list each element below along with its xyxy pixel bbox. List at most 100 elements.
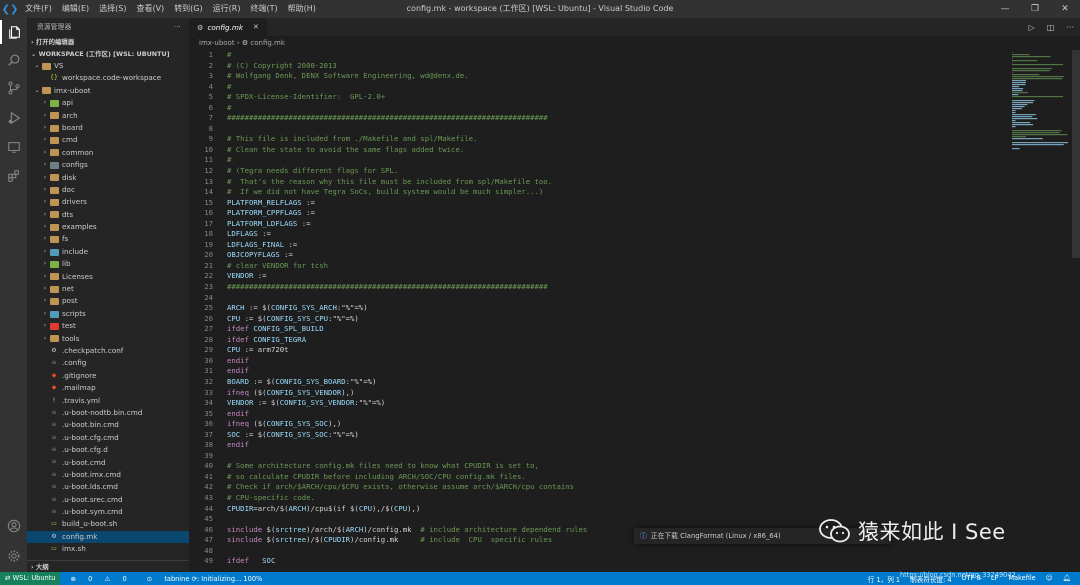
notifications-bell-icon[interactable]: 🔔︎ [1063, 574, 1071, 584]
menu-help[interactable]: 帮助(H) [283, 0, 321, 18]
tree-file[interactable]: ≡ .u-boot.cfg.d [27, 444, 189, 456]
tab-config-mk[interactable]: ⚙ config.mk ✕ [189, 18, 267, 36]
more-icon[interactable]: ··· [1066, 23, 1074, 32]
tree-folder[interactable]: › Licenses [27, 271, 189, 283]
tree-folder[interactable]: › board [27, 122, 189, 134]
tree-file[interactable]: ! .travis.yml [27, 395, 189, 407]
editor-scrollbar[interactable] [1072, 50, 1080, 258]
tree-folder[interactable]: › examples [27, 221, 189, 233]
line-number: 10 [204, 144, 213, 154]
folder-shape [49, 298, 59, 306]
tree-file[interactable]: ◆ .mailmap [27, 382, 189, 394]
outline-section[interactable]: › 大纲 [27, 560, 189, 572]
tree-folder[interactable]: › post [27, 295, 189, 307]
close-icon[interactable]: ✕ [1050, 0, 1080, 18]
code-token: := arm720t [240, 345, 289, 355]
code-token: SOC [227, 429, 241, 439]
tree-folder[interactable]: ⌄ VS [27, 60, 189, 72]
tree-folder[interactable]: › lib [27, 258, 189, 270]
tree-folder[interactable]: › cmd [27, 134, 189, 146]
search-icon[interactable] [0, 48, 27, 72]
tree-file[interactable]: ≡ .u-boot.cmd [27, 457, 189, 469]
folder-shape [49, 211, 59, 219]
tree-file[interactable]: ≡ .u-boot.sym.cmd [27, 506, 189, 518]
problems-indicator[interactable]: ⊗ 0 ⚠ 0 [65, 575, 131, 583]
tree-file[interactable]: ▭ build_u-boot.sh [27, 518, 189, 530]
tab-close-icon[interactable]: ✕ [253, 23, 259, 31]
tree-folder[interactable]: › disk [27, 172, 189, 184]
code-token: CPU [227, 345, 241, 355]
tree-folder[interactable]: › configs [27, 159, 189, 171]
tree-folder[interactable]: ⌄ imx-uboot [27, 85, 189, 97]
tree-folder[interactable]: › arch [27, 110, 189, 122]
code-token: ($( [248, 419, 267, 429]
open-editors-section[interactable]: › 打开的编辑器 [27, 36, 189, 48]
cursor-position[interactable]: 行 1，列 1 [868, 574, 900, 584]
tabnine-status[interactable]: ⊙ tabnine ⟳: Initializing... 100% [142, 575, 268, 583]
line-number: 25 [204, 303, 213, 313]
minimap-line [1012, 96, 1064, 98]
code-editor[interactable]: 1 #2 # (C) Copyright 2000-2013 3 # Wolfgang … [189, 50, 1009, 572]
run-icon[interactable]: ▷ [1029, 23, 1035, 32]
line-content: SOC := $(CONFIG_SYS_SOC:"%"=%) [213, 430, 359, 441]
menu-view[interactable]: 查看(V) [131, 0, 169, 18]
restore-icon[interactable]: ❐ [1020, 0, 1050, 18]
source-control-icon[interactable] [0, 76, 27, 100]
tree-file[interactable]: ≡ .u-boot.bin.cmd [27, 419, 189, 431]
menu-go[interactable]: 转到(G) [169, 0, 207, 18]
code-token: :"%"=%) [336, 303, 368, 313]
minimap[interactable] [1010, 50, 1072, 150]
split-editor-icon[interactable]: ◫ [1047, 23, 1055, 32]
tree-file[interactable]: ≡ .u-boot.lds.cmd [27, 481, 189, 493]
tree-folder[interactable]: › fs [27, 233, 189, 245]
tree-folder[interactable]: › common [27, 147, 189, 159]
tree-folder[interactable]: › scripts [27, 308, 189, 320]
code-token: PLATFORM_LDFLAGS [227, 218, 298, 228]
tree-file[interactable]: ⚙ .checkpatch.conf [27, 345, 189, 357]
minimize-icon[interactable]: — [990, 0, 1020, 18]
run-debug-icon[interactable] [0, 106, 27, 130]
tree-file[interactable]: ⚙ config.mk [27, 530, 189, 544]
code-token: := $( [244, 303, 271, 313]
tree-folder[interactable]: › doc [27, 184, 189, 196]
remote-explorer-icon[interactable] [0, 135, 27, 159]
breadcrumb-file[interactable]: config.mk [250, 39, 285, 47]
tree-folder[interactable]: › tools [27, 333, 189, 345]
remote-indicator[interactable]: ⇄ WSL: Ubuntu [0, 572, 61, 585]
tree-folder[interactable]: › test [27, 320, 189, 332]
tree-file[interactable]: {} workspace.code-workspace [27, 72, 189, 84]
feedback-icon[interactable]: ☺ [1046, 574, 1053, 584]
menu-edit[interactable]: 编辑(E) [57, 0, 94, 18]
tree-folder[interactable]: › include [27, 246, 189, 258]
tree-folder[interactable]: › net [27, 283, 189, 295]
menu-file[interactable]: 文件(F) [20, 0, 57, 18]
tree-file[interactable]: ≡ .u-boot-nodtb.bin.cmd [27, 407, 189, 419]
workspace-section[interactable]: ⌄ WORKSPACE (工作区) [WSL: UBUNTU] [27, 48, 189, 60]
tree-file[interactable]: ≡ .config [27, 357, 189, 369]
tree-file[interactable]: ≡ .u-boot.imx.cmd [27, 469, 189, 481]
menu-run[interactable]: 运行(R) [208, 0, 246, 18]
extensions-icon[interactable] [0, 164, 27, 188]
remote-icon: ⇄ [5, 574, 11, 582]
tree-folder[interactable]: › drivers [27, 196, 189, 208]
more-actions-icon[interactable]: ··· [174, 18, 181, 36]
explorer-icon[interactable] [0, 20, 27, 44]
tree-folder[interactable]: › dts [27, 209, 189, 221]
menu-terminal[interactable]: 终端(T) [245, 0, 282, 18]
breadcrumb-folder[interactable]: imx-uboot [199, 39, 235, 47]
tree-file[interactable]: ◆ .gitignore [27, 370, 189, 382]
tree-folder[interactable]: › api [27, 97, 189, 109]
line-number: 7 [208, 113, 213, 123]
tree-file[interactable]: ▭ imx.sh [27, 543, 189, 555]
tree-file[interactable]: ≡ .u-boot.srec.cmd [27, 494, 189, 506]
minimap-line [1012, 102, 1033, 104]
tree-file[interactable]: ≡ .u-boot.cfg.cmd [27, 432, 189, 444]
chevron-right-icon: › [43, 111, 47, 119]
folder-shape [49, 161, 59, 169]
code-token: endif [227, 366, 249, 376]
menu-selection[interactable]: 选择(S) [94, 0, 131, 18]
line-content: # [213, 50, 231, 61]
sh-file-icon: ▭ [51, 545, 57, 553]
account-icon[interactable] [0, 514, 27, 538]
settings-gear-icon[interactable] [0, 544, 27, 568]
